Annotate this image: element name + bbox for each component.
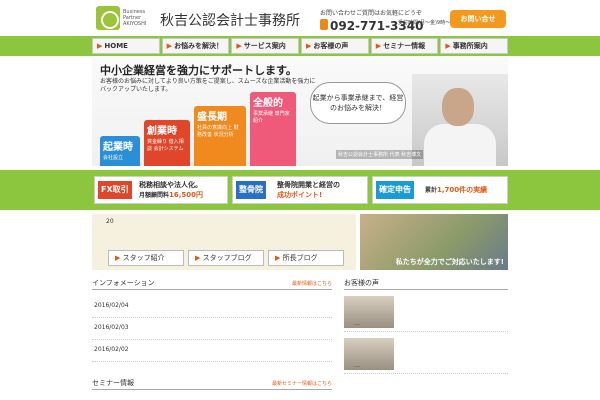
contact-button[interactable]: お問い合せ [450,10,506,28]
speech-bubble: 起業から事業承継まで、経営のお悩みを解決！ [310,82,406,124]
director-blog-button[interactable]: ▶ 所長ブログ [268,250,344,266]
person-face [442,88,474,126]
arrow-icon: ▶ [97,42,103,50]
arrow-icon: ▶ [375,42,382,50]
banner-text: 整骨院開業と経営の 成功ポイント! [277,180,340,200]
nav-label: 事務所案内 [452,42,488,50]
button-label: スタッフブログ [202,254,252,262]
logo-icon[interactable] [96,6,120,30]
header: Business Partner AKIYOSHI 秋吉公認会計士事務所 お問い… [92,0,508,36]
news-date: 2016/02/02 [94,346,129,353]
stage-title: 起業時 [103,142,133,153]
news-date: 2016/02/04 [94,302,129,309]
banner-seikotsuin[interactable]: 整骨院 整骨院開業と経営の 成功ポイント! [232,176,368,204]
stage-title: 全般的 [253,98,283,109]
stage-desc: 事業承継 専門家紹介 [253,111,290,124]
banner-line2-pre: 累計 [425,187,438,194]
banner-text: 累計1,700件の実績 [425,185,487,196]
team-photo[interactable]: 私たちが全力でご対応いたします! [360,214,508,270]
stage-title: 盛長期 [197,112,227,123]
banner-tag: 整骨院 [236,181,266,199]
nav-label: セミナー情報 [383,42,426,50]
news-date: 2016/02/03 [94,324,129,331]
stage-desc: 資金繰り 借入相談 会計システム [147,139,184,152]
hero-banner: 中小企業経営を強力にサポートします。 お客様のお悩みに対してより良い方策をご提案… [92,56,508,166]
banner-highlight: 1,700件の実績 [437,186,488,194]
voice-thumbnail [344,338,394,370]
stage-desc: 社員の意識向上 財務改善 状況分析 [197,125,239,138]
nav-solutions[interactable]: ▶ お悩みを解決！ [161,38,230,54]
stage-desc: 会社設立 [103,155,124,161]
voice-thumbnail [344,296,394,328]
site-title[interactable]: 秋吉公認会計士事務所 [160,10,300,30]
button-label: スタッフ紹介 [122,254,165,262]
nav-label: お客様の声 [313,42,349,50]
button-label: 所長ブログ [282,254,318,262]
nav-label: お悩みを解決！ [174,42,224,50]
arrow-icon: ▶ [275,254,283,262]
info-more-link[interactable]: 最新情報はこちら [292,280,332,287]
voice-item[interactable]: … [344,334,508,374]
banner-highlight: 成功ポイント! [277,191,323,199]
person-body [424,124,496,166]
banner-highlight: 16,500円 [169,191,204,199]
staff-blog-button[interactable]: ▶ スタッフブログ [188,250,264,266]
arrow-icon: ▶ [115,254,123,262]
voice-excerpt: … [354,320,360,327]
banner-text: 税務相談や法人化。 月額顧問料16,500円 [139,180,203,201]
arrow-icon: ▶ [236,42,242,50]
phone-icon [320,19,328,30]
banner-line1: 整骨院開業と経営の [277,181,340,189]
arrow-icon: ▶ [445,42,451,50]
hero-title: 中小企業経営を強力にサポートします。 [100,64,297,77]
team-caption: 私たちが全力でご対応いたします! [395,258,504,266]
news-item[interactable]: 2016/02/02 [92,342,332,362]
nav-label: サービス案内 [243,42,286,50]
voice-item[interactable]: … [344,292,508,332]
photo-caption: 秋吉公認会計士事務所 代表 秋吉博文 [336,150,424,159]
nav-office[interactable]: ▶ 事務所案内 [440,38,509,54]
info-title: インフォメーション [92,279,155,287]
seminar-more-link[interactable]: 最新セミナー情報はこちら [272,380,332,387]
voice-excerpt: … [354,362,360,369]
seminar-header: セミナー情報 最新セミナー情報はこちら [92,378,332,390]
stage-title: 創業時 [147,126,177,137]
staff-panel: 20 ▶ スタッフ紹介 ▶ スタッフブログ ▶ 所長ブログ [92,214,356,270]
representative-photo [412,74,508,166]
staff-intro-button[interactable]: ▶ スタッフ紹介 [108,250,184,266]
banner-tax-return[interactable]: 確定申告 累計1,700件の実績 [372,176,508,204]
logo-subtitle: Business Partner AKIYOSHI [123,9,147,27]
nav-home[interactable]: ▶ HOME [92,38,160,54]
news-item[interactable]: 2016/02/04 [92,298,332,318]
nav-seminar[interactable]: ▶ セミナー情報 [370,38,439,54]
news-item[interactable]: 2016/02/03 [92,320,332,340]
nav-services[interactable]: ▶ サービス案内 [231,38,300,54]
panel-number: 20 [106,218,114,225]
arrow-icon: ▶ [195,254,203,262]
voice-header: お客様の声 [344,278,508,290]
stage-general: 全般的 事業承継 専門家紹介 [250,92,296,166]
nav-label: HOME [104,42,128,50]
stage-growth: 盛長期 社員の意識向上 財務改善 状況分析 [194,106,246,166]
banner-line1: 税務相談や法人化。 [139,181,202,189]
arrow-icon: ▶ [166,42,173,50]
voice-title: お客様の声 [344,279,379,287]
banner-tag: 確定申告 [376,181,414,199]
contact-label: お問い合わせご質問はお気軽にどうぞ [320,10,423,17]
banner-line2: 月額顧問料16,500円 [139,190,203,201]
stage-startup: 起業時 会社設立 [100,136,140,166]
info-header: インフォメーション 最新情報はこちら [92,278,332,290]
banner-line2-pre: 月額顧問料 [139,192,170,199]
nav-voice[interactable]: ▶ お客様の声 [301,38,369,54]
banner-fx[interactable]: FX取引 税務相談や法人化。 月額顧問料16,500円 [94,176,228,204]
banner-line2: 成功ポイント! [277,190,340,200]
arrow-icon: ▶ [306,42,312,50]
banner-tag: FX取引 [98,181,132,199]
main-nav: ▶ HOME ▶ お悩みを解決！ ▶ サービス案内 ▶ お客様の声 ▶ セミナー情報 ▶ 事… [92,38,509,54]
stage-founding: 創業時 資金繰り 借入相談 会計システム [144,120,190,166]
seminar-title: セミナー情報 [92,379,134,387]
